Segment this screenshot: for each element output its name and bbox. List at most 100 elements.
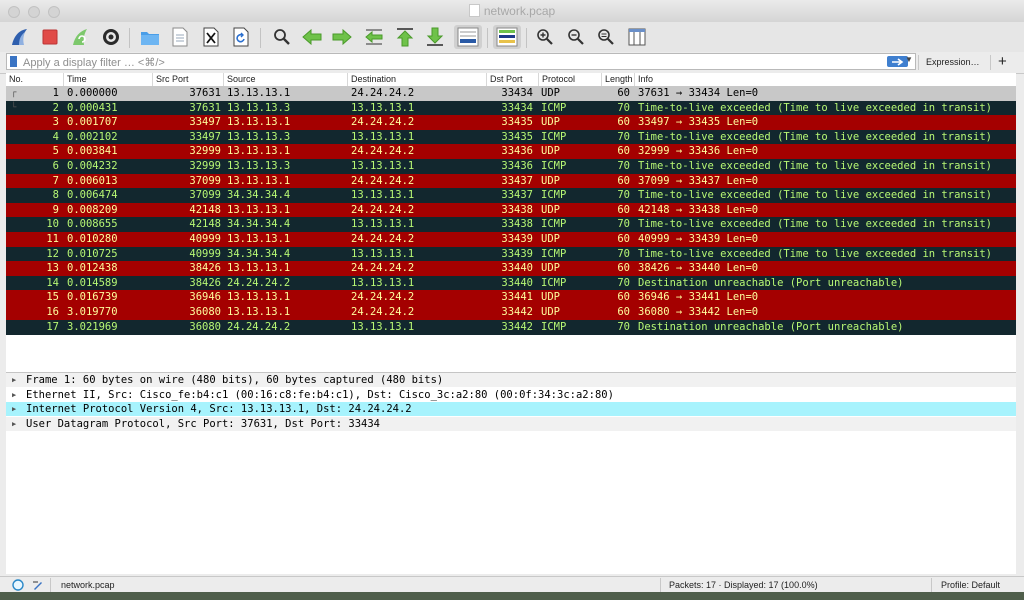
packet-cell-dst-port: 33435 [501,130,533,143]
stop-capture-icon[interactable] [38,25,62,49]
packet-cell-time: 0.010725 [67,247,118,260]
filter-history-dropdown[interactable]: ▼ [905,55,913,64]
packet-row[interactable]: 14 0.014589 38426 24.24.24.2 13.13.13.1 33440… [6,275,1016,291]
add-filter-button[interactable]: + [998,53,1007,70]
packet-row[interactable]: 12 0.010725 40999 34.34.34.4 13.13.13.1 33439… [6,246,1016,262]
expand-triangle-icon[interactable]: ▶ [12,373,16,387]
packet-cell-protocol: UDP [541,87,560,99]
packet-cell-no: 11 [46,233,59,245]
packet-row[interactable]: 4 0.002102 33497 13.13.13.3 13.13.13.1 33435 I… [6,129,1016,145]
packet-cell-time: 0.016739 [67,291,118,304]
expert-info-icon[interactable] [12,579,24,591]
status-file-name: network.pcap [61,580,115,590]
detail-tree-item[interactable]: ▶ Ethernet II, Src: Cisco_fe:b4:c1 (00:16… [6,388,1016,402]
filter-placeholder: Apply a display filter … <⌘/> [23,57,165,69]
close-file-icon[interactable] [199,25,223,49]
auto-scroll-icon[interactable] [454,25,482,49]
packet-cell-destination: 13.13.13.1 [351,276,415,289]
packet-cell-source: 13.13.13.3 [227,130,291,143]
packet-row[interactable]: 6 0.004232 32999 13.13.13.3 13.13.13.1 33436 I… [6,159,1016,174]
normal-size-icon[interactable] [594,25,618,49]
packet-cell-src-port: 36946 [189,291,221,304]
packet-cell-length: 70 [617,276,630,289]
app-window: network.pcap Apply a display filter … <⌘… [0,0,1024,600]
column-header-source[interactable]: Source [223,73,347,86]
packet-row[interactable]: 5 0.003841 32999 13.13.13.1 24.24.24.2 33436 U… [6,144,1016,160]
reload-file-icon[interactable] [229,25,253,49]
packet-cell-destination: 13.13.13.1 [351,189,415,202]
status-packet-count: Packets: 17 · Displayed: 17 (100.0%) [669,580,818,590]
capture-options-gear-icon[interactable] [99,25,123,49]
display-filter-input[interactable]: Apply a display filter … <⌘/> [6,53,916,70]
packet-list: 1 0.000000 37631 13.13.13.1 24.24.24.2 33434 U… [6,86,1016,372]
colorize-list-icon[interactable] [493,25,521,49]
column-header-src-port[interactable]: Src Port [152,73,223,86]
packet-row[interactable]: 3 0.001707 33497 13.13.13.1 24.24.24.2 33435 U… [6,115,1016,131]
open-folder-icon[interactable] [138,25,162,49]
packet-cell-no: 9 [52,203,59,216]
packet-row[interactable]: 1 0.000000 37631 13.13.13.1 24.24.24.2 33434 U… [6,86,1016,101]
packet-row[interactable]: 15 0.016739 36946 13.13.13.1 24.24.24.2 33441… [6,290,1016,306]
go-to-last-packet-icon[interactable] [423,25,447,49]
packet-row[interactable]: 13 0.012438 38426 13.13.13.1 24.24.24.2 33440… [6,261,1016,277]
packet-row[interactable]: 8 0.006474 37099 34.34.34.4 13.13.13.1 33437 I… [6,188,1016,204]
detail-tree-item[interactable]: ▶ Internet Protocol Version 4, Src: 13.13… [6,402,1016,416]
go-forward-arrow-icon[interactable] [330,25,354,49]
packet-cell-length: 60 [617,87,630,99]
packet-row[interactable]: 2 0.000431 37631 13.13.13.3 13.13.13.1 33434 I… [6,100,1016,116]
go-to-first-packet-icon[interactable] [393,25,417,49]
column-header-length[interactable]: Length [601,73,634,86]
packet-cell-info: 33497 → 33435 Len=0 [638,116,759,129]
find-packet-icon[interactable] [270,25,294,49]
packet-cell-source: 13.13.13.1 [227,203,291,216]
capture-comment-icon[interactable] [32,579,44,591]
packet-cell-source: 24.24.24.2 [227,276,291,289]
expression-button[interactable]: Expression… [926,57,980,67]
status-bar: network.pcap Packets: 17 · Displayed: 17… [0,576,1024,593]
packet-row[interactable]: 17 3.021969 36080 24.24.24.2 13.13.13.1 33442… [6,319,1016,335]
expand-triangle-icon[interactable]: ▶ [12,417,16,431]
packet-cell-src-port: 33497 [189,130,221,143]
status-profile[interactable]: Profile: Default [941,580,1000,590]
filter-bookmark-icon[interactable] [10,56,17,67]
packet-cell-dst-port: 33437 [501,174,533,187]
packet-row[interactable]: 11 0.010280 40999 13.13.13.1 24.24.24.2 33439… [6,232,1016,247]
column-header-protocol[interactable]: Protocol [538,73,601,86]
shark-fin-start-icon[interactable] [8,25,32,49]
expand-triangle-icon[interactable]: ▶ [12,388,16,402]
window-title-area: network.pcap [0,4,1024,18]
packet-cell-protocol: ICMP [541,247,567,260]
zoom-out-icon[interactable] [564,25,588,49]
packet-cell-dst-port: 33439 [501,247,533,260]
column-header-destination[interactable]: Destination [347,73,486,86]
go-to-packet-icon[interactable] [362,25,386,49]
packet-row[interactable]: 10 0.008655 42148 34.34.34.4 13.13.13.1 33438… [6,217,1016,233]
restart-capture-icon[interactable] [68,25,92,49]
detail-tree-item[interactable]: ▶ User Datagram Protocol, Src Port: 37631… [6,416,1016,431]
toolbar-separator [129,28,130,48]
column-header-no[interactable]: No. [6,73,63,86]
packet-cell-protocol: UDP [541,291,560,304]
expand-triangle-icon[interactable]: ▶ [12,402,16,416]
packet-row[interactable]: 9 0.008209 42148 13.13.13.1 24.24.24.2 33438 U… [6,202,1016,218]
packet-cell-protocol: ICMP [541,276,567,289]
column-header-info[interactable]: Info [634,73,1016,86]
packet-cell-time: 0.008655 [67,218,118,231]
column-header-dst-port[interactable]: Dst Port [486,73,538,86]
packet-cell-no: 3 [52,116,59,129]
packet-cell-source: 13.13.13.1 [227,306,291,318]
zoom-in-icon[interactable] [533,25,557,49]
resize-columns-icon[interactable] [625,25,649,49]
packet-cell-protocol: ICMP [541,101,567,114]
packet-row[interactable]: 7 0.006013 37099 13.13.13.1 24.24.24.2 33437 U… [6,173,1016,189]
packet-row[interactable]: 16 3.019770 36080 13.13.13.1 24.24.24.2 33442… [6,305,1016,320]
packet-cell-time: 3.021969 [67,320,118,333]
column-header-time[interactable]: Time [63,73,152,86]
save-file-icon[interactable] [168,25,192,49]
toolbar-separator [487,28,488,48]
detail-tree-item[interactable]: ▶ Frame 1: 60 bytes on wire (480 bits), 6… [6,373,1016,387]
packet-cell-dst-port: 33440 [501,262,533,275]
packet-cell-source: 13.13.13.1 [227,116,291,129]
go-back-arrow-icon[interactable] [300,25,324,49]
toolbar-separator [526,28,527,48]
